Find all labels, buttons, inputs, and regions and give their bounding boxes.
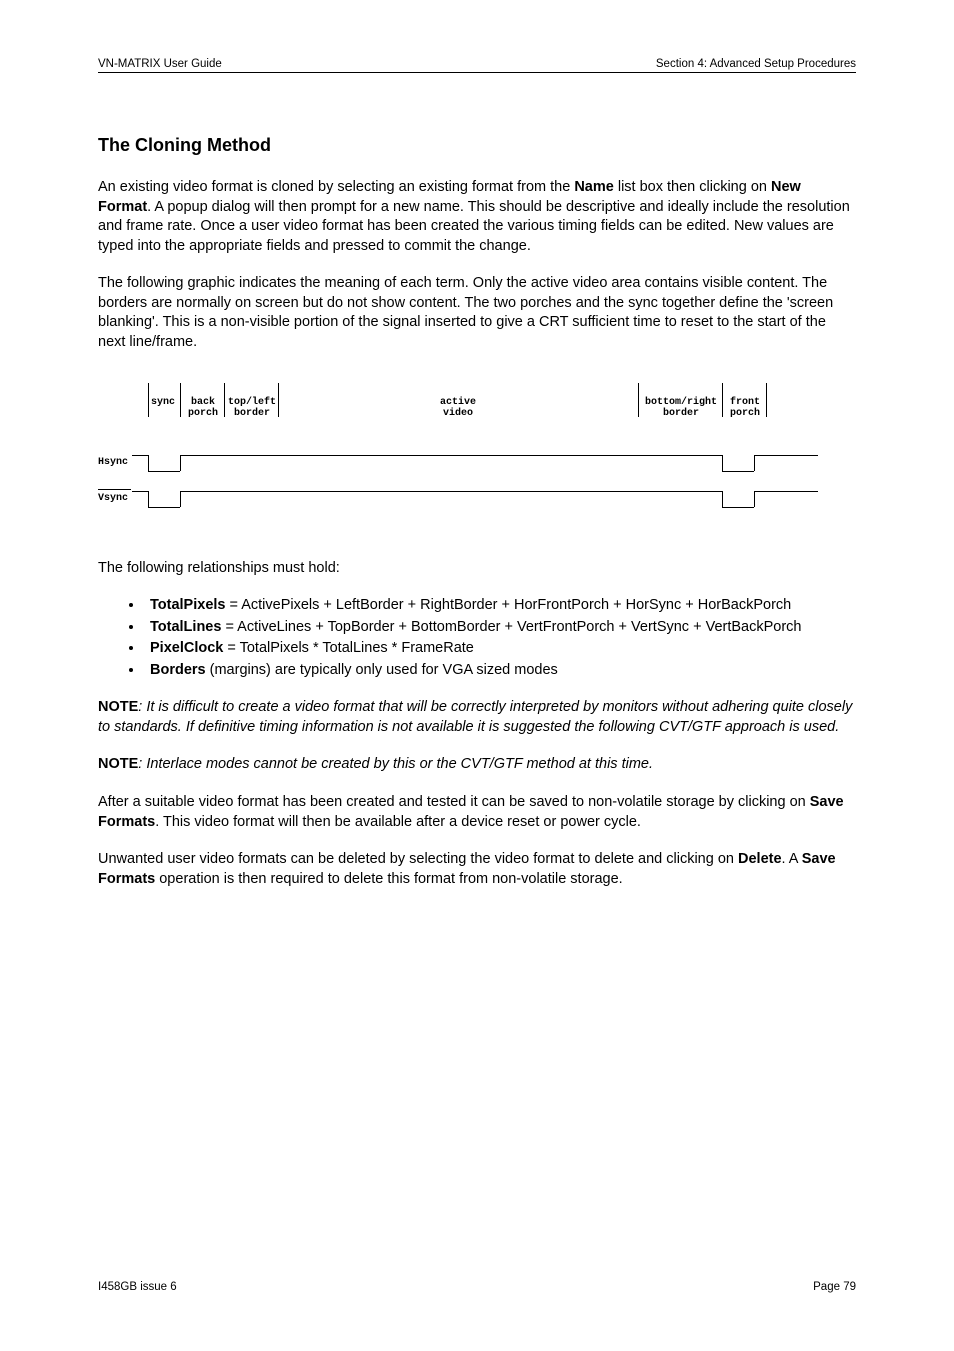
label-front-porch-2: porch <box>730 408 760 419</box>
footer-left: I458GB issue 6 <box>98 1281 177 1293</box>
paragraph-graphic-intro: The following graphic indicates the mean… <box>98 274 856 352</box>
text: . This video format will then be availab… <box>155 814 641 830</box>
label-back-porch-1: back <box>191 397 215 408</box>
header-left: VN-MATRIX User Guide <box>98 58 222 70</box>
note-label: NOTE <box>98 699 138 715</box>
bullet-bold: TotalPixels <box>150 597 225 613</box>
relationships-intro: The following relationships must hold: <box>98 559 856 579</box>
label-topleft-1: top/left <box>228 397 276 408</box>
delete-label: Delete <box>738 851 782 867</box>
label-topleft-2: border <box>234 408 270 419</box>
list-item: TotalLines = ActiveLines + TopBorder + B… <box>144 618 856 638</box>
label-active-1: active <box>440 397 476 408</box>
paragraph-intro: An existing video format is cloned by se… <box>98 178 856 256</box>
bullet-bold: PixelClock <box>150 640 223 656</box>
label-active-2: video <box>443 408 473 419</box>
text: After a suitable video format has been c… <box>98 794 810 810</box>
note-2: NOTE: Interlace modes cannot be created … <box>98 755 856 775</box>
label-front-porch-1: front <box>730 397 760 408</box>
label-back-porch-2: porch <box>188 408 218 419</box>
bullet-text: (margins) are typically only used for VG… <box>206 662 558 678</box>
text: operation is then required to delete thi… <box>155 871 622 887</box>
header-right: Section 4: Advanced Setup Procedures <box>656 58 856 70</box>
section-title: The Cloning Method <box>98 135 856 156</box>
note-1: NOTE: It is difficult to create a video … <box>98 698 856 737</box>
list-item: PixelClock = TotalPixels * TotalLines * … <box>144 639 856 659</box>
bullet-bold: TotalLines <box>150 619 221 635</box>
note-text: : It is difficult to create a video form… <box>98 699 852 735</box>
bullet-bold: Borders <box>150 662 206 678</box>
text: An existing video format is cloned by se… <box>98 179 574 195</box>
text: list box then clicking on <box>614 179 771 195</box>
list-item: TotalPixels = ActivePixels + LeftBorder … <box>144 596 856 616</box>
note-text: : Interlace modes cannot be created by t… <box>138 756 653 772</box>
name-label: Name <box>574 179 614 195</box>
label-bottomright-1: bottom/right <box>645 397 717 408</box>
list-item: Borders (margins) are typically only use… <box>144 661 856 681</box>
relationships-list: TotalPixels = ActivePixels + LeftBorder … <box>98 596 856 680</box>
text: Unwanted user video formats can be delet… <box>98 851 738 867</box>
label-vsync: Vsync <box>98 493 128 504</box>
page-footer: I458GB issue 6 Page 79 <box>98 1281 856 1293</box>
bullet-text: = TotalPixels * TotalLines * FrameRate <box>223 640 474 656</box>
text: . A <box>782 851 802 867</box>
label-bottomright-2: border <box>663 408 699 419</box>
note-label: NOTE <box>98 756 138 772</box>
timing-diagram: sync back porch top/left border active v… <box>98 371 818 531</box>
page-header: VN-MATRIX User Guide Section 4: Advanced… <box>98 58 856 73</box>
label-sync: sync <box>151 397 175 408</box>
paragraph-delete: Unwanted user video formats can be delet… <box>98 850 856 889</box>
bullet-text: = ActiveLines + TopBorder + BottomBorder… <box>221 619 801 635</box>
bullet-text: = ActivePixels + LeftBorder + RightBorde… <box>225 597 791 613</box>
footer-right: Page 79 <box>813 1281 856 1293</box>
label-hsync: Hsync <box>98 457 128 468</box>
paragraph-save: After a suitable video format has been c… <box>98 793 856 832</box>
text: . A popup dialog will then prompt for a … <box>98 199 850 254</box>
